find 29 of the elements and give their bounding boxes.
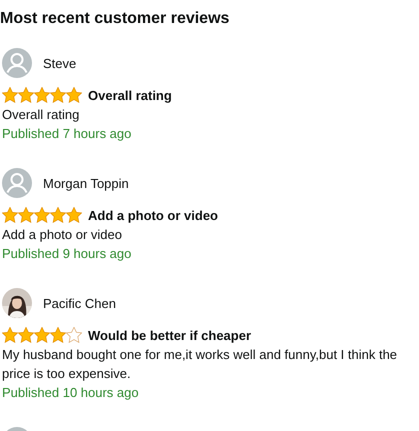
review-text: Overall rating (2, 106, 80, 124)
reviewer-name[interactable]: Steve (43, 54, 76, 72)
avatar-icon (2, 48, 32, 78)
star-icon (18, 327, 34, 343)
star-icon (18, 87, 34, 103)
star-icon (2, 327, 18, 343)
star-icon (66, 207, 82, 223)
star-icon (34, 327, 50, 343)
review-headline[interactable]: Add a photo or video (88, 206, 218, 224)
reviewer-name[interactable]: Pacific Chen (43, 294, 116, 312)
star-icon (18, 207, 34, 223)
published-time: Published 9 hours ago (2, 245, 132, 263)
star-icon (50, 327, 66, 343)
star-icon (50, 207, 66, 223)
avatar-icon (2, 168, 32, 198)
star-icon (2, 207, 18, 223)
star-icon (34, 87, 50, 103)
review-text: My husband bought one for me,it works well and funny,but I think the price is too expensive. (2, 346, 398, 383)
star-icon (2, 87, 18, 103)
star-icon (50, 87, 66, 103)
reviewer-name[interactable]: Morgan Toppin (43, 174, 129, 192)
published-time: Published 10 hours ago (2, 384, 139, 402)
review-headline[interactable]: Would be better if cheaper (88, 326, 252, 344)
section-title: Most recent customer reviews (0, 9, 230, 29)
published-time: Published 7 hours ago (2, 125, 132, 143)
review-headline[interactable]: Overall rating (88, 86, 172, 104)
review-text: Add a photo or video (2, 226, 123, 244)
star-icon (66, 87, 82, 103)
star-icon (34, 207, 50, 223)
